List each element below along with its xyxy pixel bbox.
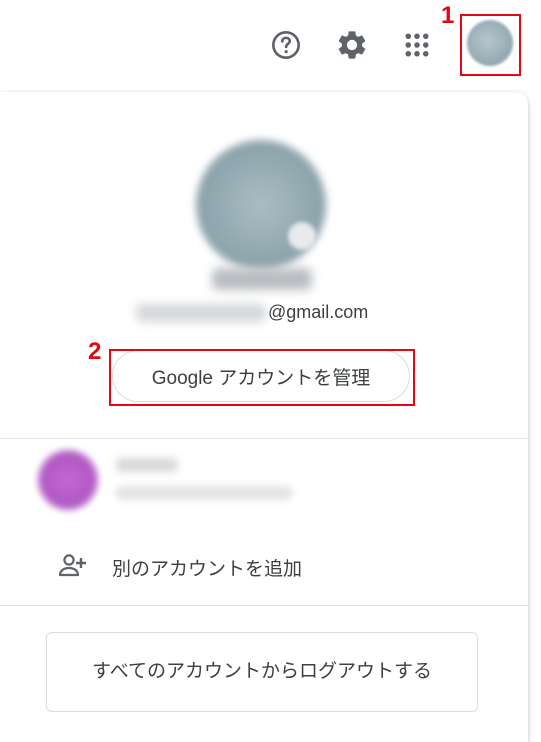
profile-name-redacted bbox=[212, 268, 312, 290]
top-bar bbox=[0, 0, 541, 92]
account-panel: @gmail.com Google アカウントを管理 別のアカウントを追加 すべ… bbox=[0, 92, 528, 742]
add-account-label: 別のアカウントを追加 bbox=[112, 559, 303, 580]
apps-grid-icon[interactable] bbox=[398, 26, 436, 64]
profile-email-suffix: @gmail.com bbox=[268, 302, 369, 322]
add-person-icon bbox=[58, 554, 86, 577]
annotation-number-1: 1 bbox=[441, 2, 455, 29]
divider bbox=[0, 605, 528, 606]
other-account-name-redacted bbox=[116, 458, 178, 472]
other-account-email-redacted bbox=[116, 486, 292, 500]
manage-google-account-button[interactable]: Google アカウントを管理 bbox=[112, 350, 410, 402]
add-account-item[interactable]: 別のアカウントを追加 bbox=[0, 540, 528, 592]
annotation-number-2: 2 bbox=[88, 338, 102, 365]
profile-avatar bbox=[196, 140, 326, 270]
divider bbox=[0, 438, 528, 439]
other-account-avatar[interactable] bbox=[38, 450, 98, 510]
account-avatar[interactable] bbox=[467, 20, 513, 66]
profile-email-redacted bbox=[136, 304, 266, 322]
help-icon[interactable] bbox=[267, 26, 305, 64]
logout-all-button[interactable]: すべてのアカウントからログアウトする bbox=[46, 632, 478, 712]
camera-badge-icon[interactable] bbox=[288, 222, 316, 250]
settings-icon[interactable] bbox=[333, 26, 371, 64]
